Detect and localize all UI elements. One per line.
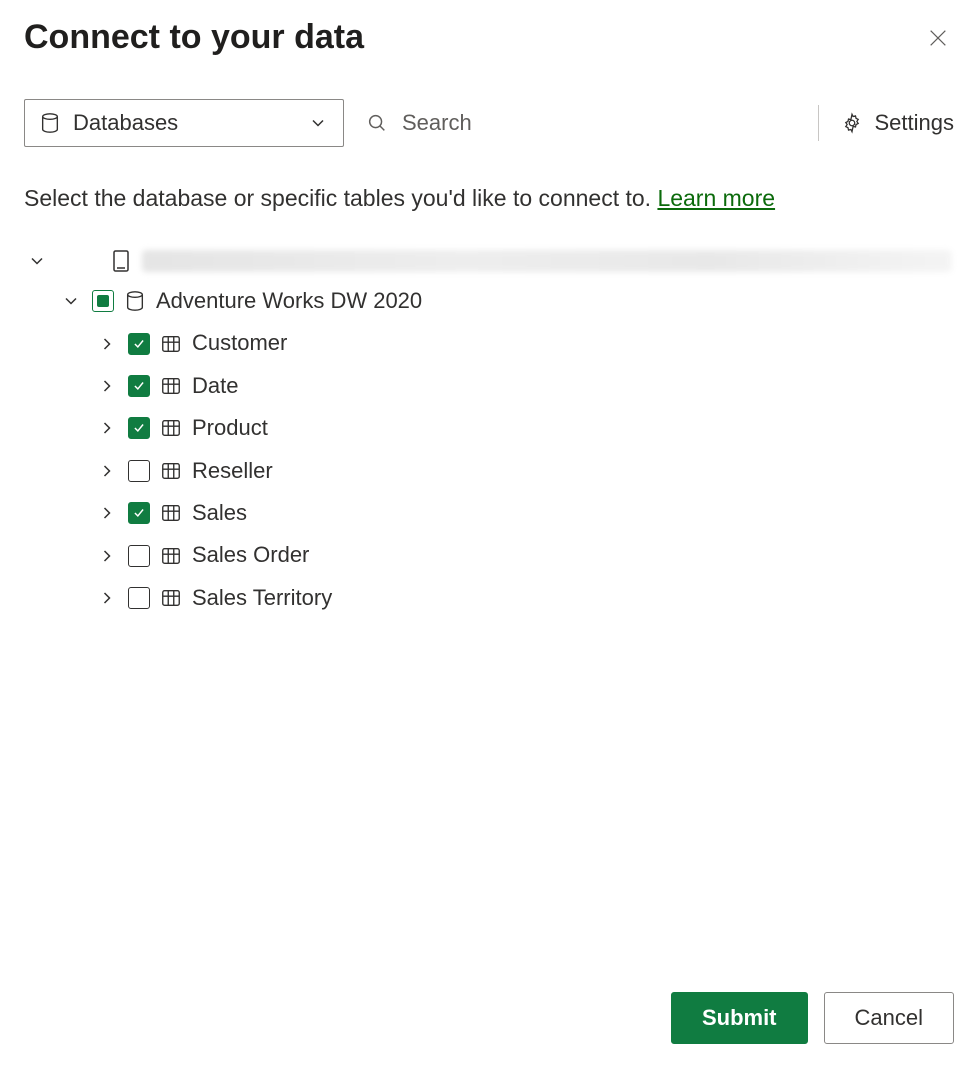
database-label: Adventure Works DW 2020 bbox=[156, 288, 422, 314]
dropdown-label: Databases bbox=[73, 110, 178, 136]
server-icon bbox=[110, 250, 132, 272]
table-node[interactable]: Sales Territory bbox=[24, 577, 954, 619]
table-icon bbox=[160, 333, 182, 355]
search-icon bbox=[366, 112, 388, 134]
database-node[interactable]: Adventure Works DW 2020 bbox=[24, 280, 954, 322]
table-icon bbox=[160, 587, 182, 609]
toolbar: Databases bbox=[24, 99, 954, 147]
toolbar-divider bbox=[818, 105, 819, 141]
table-node[interactable]: Customer bbox=[24, 322, 954, 364]
table-icon bbox=[160, 545, 182, 567]
table-label: Customer bbox=[192, 330, 287, 356]
chevron-right-icon[interactable] bbox=[96, 502, 118, 524]
chevron-right-icon[interactable] bbox=[96, 375, 118, 397]
settings-label: Settings bbox=[875, 110, 955, 136]
table-label: Sales bbox=[192, 500, 247, 526]
instruction-text: Select the database or specific tables y… bbox=[24, 185, 954, 212]
dialog-header: Connect to your data bbox=[24, 18, 954, 57]
table-checkbox[interactable] bbox=[128, 545, 150, 567]
settings-button[interactable]: Settings bbox=[837, 110, 955, 136]
search-field[interactable] bbox=[362, 109, 800, 137]
table-checkbox[interactable] bbox=[128, 587, 150, 609]
chevron-down-icon[interactable] bbox=[26, 250, 48, 272]
table-label: Sales Order bbox=[192, 542, 309, 568]
chevron-right-icon[interactable] bbox=[96, 587, 118, 609]
chevron-down-icon bbox=[307, 112, 329, 134]
chevron-down-icon[interactable] bbox=[60, 290, 82, 312]
chevron-right-icon[interactable] bbox=[96, 460, 118, 482]
table-checkbox[interactable] bbox=[128, 333, 150, 355]
dialog-title: Connect to your data bbox=[24, 18, 364, 57]
table-icon bbox=[160, 460, 182, 482]
table-node[interactable]: Sales bbox=[24, 492, 954, 534]
server-node[interactable] bbox=[24, 242, 954, 280]
search-input[interactable] bbox=[400, 109, 800, 137]
table-node[interactable]: Sales Order bbox=[24, 534, 954, 576]
table-label: Date bbox=[192, 373, 238, 399]
table-label: Sales Territory bbox=[192, 585, 332, 611]
server-name-redacted bbox=[142, 250, 952, 272]
database-checkbox[interactable] bbox=[92, 290, 114, 312]
close-button[interactable] bbox=[922, 22, 954, 54]
data-tree: Adventure Works DW 2020 Customer Date Prod… bbox=[24, 242, 954, 619]
dialog-footer: Submit Cancel bbox=[24, 992, 954, 1046]
table-checkbox[interactable] bbox=[128, 460, 150, 482]
table-icon bbox=[160, 417, 182, 439]
table-checkbox[interactable] bbox=[128, 502, 150, 524]
database-icon bbox=[124, 290, 146, 312]
table-checkbox[interactable] bbox=[128, 375, 150, 397]
instruction-base: Select the database or specific tables y… bbox=[24, 185, 657, 211]
connect-data-dialog: Connect to your data Databases bbox=[0, 0, 978, 1070]
table-checkbox[interactable] bbox=[128, 417, 150, 439]
database-icon bbox=[39, 112, 61, 134]
learn-more-link[interactable]: Learn more bbox=[657, 185, 775, 211]
submit-button[interactable]: Submit bbox=[671, 992, 808, 1044]
chevron-right-icon[interactable] bbox=[96, 333, 118, 355]
table-label: Reseller bbox=[192, 458, 273, 484]
close-icon bbox=[927, 27, 949, 49]
table-icon bbox=[160, 375, 182, 397]
table-label: Product bbox=[192, 415, 268, 441]
table-icon bbox=[160, 502, 182, 524]
chevron-right-icon[interactable] bbox=[96, 417, 118, 439]
table-node[interactable]: Product bbox=[24, 407, 954, 449]
databases-dropdown[interactable]: Databases bbox=[24, 99, 344, 147]
table-node[interactable]: Date bbox=[24, 365, 954, 407]
table-node[interactable]: Reseller bbox=[24, 450, 954, 492]
chevron-right-icon[interactable] bbox=[96, 545, 118, 567]
gear-icon bbox=[841, 112, 863, 134]
cancel-button[interactable]: Cancel bbox=[824, 992, 954, 1044]
